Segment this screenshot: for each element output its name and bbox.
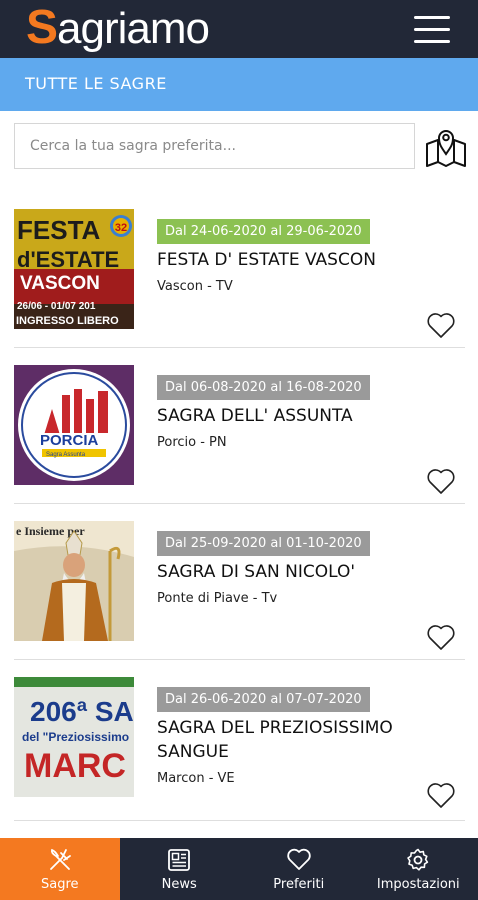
- app-header: Sagriamo: [0, 0, 478, 58]
- poster-subtitle: del "Preziosissimo: [22, 730, 129, 744]
- poster-title-line-2: d'ESTATE: [17, 247, 119, 272]
- poster-name: PORCIA: [40, 432, 99, 449]
- newspaper-icon: [168, 848, 191, 871]
- poster-badge-number: 32: [115, 222, 127, 234]
- event-card[interactable]: 206ª SAG del "Preziosissimo MARC Dal 26-…: [14, 661, 465, 821]
- event-location: Ponte di Piave - Tv: [157, 591, 278, 606]
- event-date-badge: Dal 25-09-2020 al 01-10-2020: [157, 531, 370, 556]
- heart-icon[interactable]: [426, 467, 456, 495]
- logo-text: agriamo: [57, 4, 210, 53]
- event-title[interactable]: SAGRA DI SAN NICOLO': [157, 560, 457, 584]
- hamburger-menu-icon[interactable]: [414, 16, 450, 44]
- event-poster-image: PORCIA Sagra Assunta: [14, 365, 134, 485]
- event-poster-image: 32 FESTA d'ESTATE VASCON 26/06 - 01/07 2…: [14, 209, 134, 329]
- poster-title-line: FESTA: [17, 215, 101, 245]
- nav-item-preferiti[interactable]: Preferiti: [239, 838, 359, 900]
- nav-item-news[interactable]: News: [120, 838, 240, 900]
- poster-dates: 26/06 - 01/07 201: [17, 301, 96, 312]
- heart-icon[interactable]: [426, 311, 456, 339]
- event-card[interactable]: e Insieme per Dal 25-09-2020 al 01-10-20…: [14, 505, 465, 660]
- heart-icon[interactable]: [426, 781, 456, 809]
- nav-label: Preferiti: [273, 876, 325, 892]
- event-location: Marcon - VE: [157, 771, 235, 786]
- heart-icon: [287, 848, 311, 870]
- app-logo[interactable]: Sagriamo: [26, 1, 210, 54]
- event-poster-image: 206ª SAG del "Preziosissimo MARC: [14, 677, 134, 797]
- search-input[interactable]: [15, 124, 414, 168]
- nav-item-sagre[interactable]: Sagre: [0, 838, 120, 900]
- poster-place: MARC: [24, 747, 126, 785]
- event-date-badge: Dal 24-06-2020 al 29-06-2020: [157, 219, 370, 244]
- bottom-navigation: Sagre News Preferiti Impostazioni: [0, 838, 478, 900]
- map-pin-icon[interactable]: [423, 124, 469, 170]
- nav-label: Impostazioni: [376, 876, 460, 892]
- event-location: Porcio - PN: [157, 435, 227, 450]
- event-card[interactable]: 32 FESTA d'ESTATE VASCON 26/06 - 01/07 2…: [14, 193, 465, 348]
- poster-entry: INGRESSO LIBERO: [16, 315, 119, 327]
- nav-item-impostazioni[interactable]: Impostazioni: [359, 838, 478, 900]
- search-box: [14, 123, 415, 169]
- cutlery-icon: [49, 848, 71, 870]
- event-location: Vascon - TV: [157, 279, 233, 294]
- event-poster-image: e Insieme per: [14, 521, 134, 641]
- event-title[interactable]: SAGRA DELL' ASSUNTA: [157, 404, 457, 428]
- section-title: TUTTE LE SAGRE: [25, 74, 167, 93]
- event-date-badge: Dal 26-06-2020 al 07-07-2020: [157, 687, 370, 712]
- logo-initial: S: [26, 1, 58, 54]
- gear-icon: [407, 848, 429, 871]
- section-bar: TUTTE LE SAGRE: [0, 58, 478, 111]
- event-date-badge: Dal 06-08-2020 al 16-08-2020: [157, 375, 370, 400]
- poster-place: VASCON: [20, 273, 100, 294]
- heart-icon[interactable]: [426, 623, 456, 651]
- poster-subtitle: Sagra Assunta: [46, 452, 86, 458]
- nav-label: Sagre: [40, 876, 79, 892]
- event-title[interactable]: FESTA D' ESTATE VASCON: [157, 248, 457, 272]
- event-title[interactable]: SAGRA DEL PREZIOSISSIMO SANGUE: [157, 716, 457, 764]
- nav-label: News: [161, 876, 197, 892]
- event-card[interactable]: PORCIA Sagra Assunta Dal 06-08-2020 al 1…: [14, 349, 465, 504]
- poster-title-line: 206ª SAG: [30, 696, 134, 727]
